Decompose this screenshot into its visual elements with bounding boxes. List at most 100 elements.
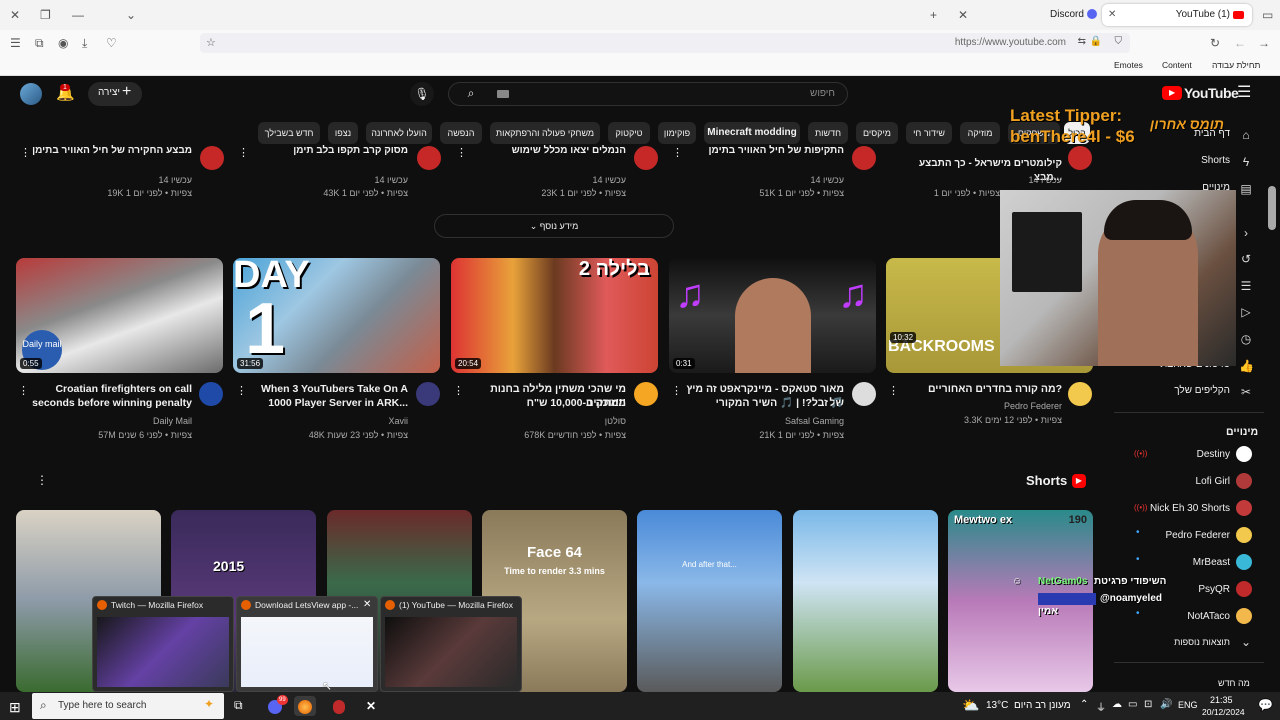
keyboard-icon[interactable] [497, 90, 509, 98]
chip-new-for-you[interactable]: חדש בשבילך [258, 122, 320, 144]
close-icon[interactable]: ✕ [10, 8, 20, 22]
channel-name[interactable]: Xavii [240, 415, 408, 427]
forward-icon[interactable]: ← [1234, 36, 1246, 50]
subscriptions-icon[interactable]: ▤ [1239, 182, 1253, 196]
tab-youtube[interactable]: ✕ YouTube (1) [1102, 4, 1252, 26]
menu-icon[interactable]: ☰ [10, 36, 21, 50]
channel-avatar[interactable] [416, 382, 440, 406]
chip-minecraft-modding[interactable]: Minecraft modding [704, 122, 800, 144]
sidebar-item-your-clips[interactable]: הקליפים שלך [1174, 385, 1230, 396]
back-icon[interactable]: → [1258, 36, 1270, 50]
bookmark-getting-started[interactable]: תחילת עבודה [1212, 60, 1260, 70]
more-options-icon[interactable]: ⋮ [36, 473, 48, 487]
scrollbar-thumb[interactable] [1268, 186, 1276, 230]
chip-recently-uploaded[interactable]: הועלו לאחרונה [366, 122, 432, 144]
youtube-logo-icon[interactable]: ▶ [1162, 86, 1182, 100]
whats-new-label[interactable]: מה חדש [1218, 678, 1250, 688]
video-thumbnail[interactable]: Daily mail 0:55 [16, 258, 223, 373]
usb-icon[interactable]: ⏚ [1096, 699, 1106, 714]
show-more-button[interactable]: ⌄ מידע נוסף [434, 214, 674, 238]
menu-icon[interactable]: ☰ [1237, 82, 1251, 102]
new-tab-icon[interactable]: + [930, 8, 937, 22]
chip-news[interactable]: חדשות [808, 122, 848, 144]
tab-discord[interactable]: Discord [1050, 4, 1098, 26]
reload-icon[interactable]: ↻ [1210, 36, 1220, 50]
more-options-icon[interactable]: ⋮ [20, 146, 31, 159]
channel-avatar[interactable] [852, 146, 876, 170]
video-title-line1[interactable]: When 3 YouTubers Take On A [240, 382, 408, 396]
more-options-icon[interactable]: ⋮ [238, 146, 249, 159]
pocket-icon[interactable]: ♡ [106, 36, 117, 50]
channel-avatar[interactable] [417, 146, 441, 170]
download-icon[interactable]: ⤓ [82, 36, 87, 50]
shield-icon[interactable]: ⛉ [1115, 36, 1123, 47]
clock-time[interactable]: 21:35 [1210, 695, 1233, 705]
reader-icon[interactable]: ⇆ [1078, 36, 1086, 47]
weather-description[interactable]: מעונן רב היום [1014, 700, 1071, 711]
more-options-icon[interactable]: ⋮ [456, 146, 467, 159]
close-tab-icon[interactable]: ✕ [958, 8, 968, 22]
video-title-line1[interactable]: מה קורה בחדרים האחוריים? [894, 382, 1062, 396]
network-icon[interactable]: ⊡ [1144, 699, 1152, 710]
video-thumbnail[interactable]: DAY 1 31:56 [233, 258, 440, 373]
your-videos-icon[interactable]: ▷ [1239, 305, 1253, 319]
minimize-icon[interactable]: — [72, 8, 84, 22]
chevron-down-icon[interactable]: ⌄ [126, 8, 136, 22]
video-title-line2[interactable]: 1000 Player Server in ARK... [240, 396, 408, 410]
channel-avatar[interactable] [634, 382, 658, 406]
address-bar[interactable]: ☆ https://www.youtube.com ⇆ 🔒 ⛉ [200, 33, 1130, 53]
channel-name[interactable]: עכשיו 14 [246, 174, 408, 186]
close-icon[interactable]: ✕ [363, 599, 371, 610]
language-indicator[interactable]: ENG [1178, 700, 1198, 710]
youtube-logo-text[interactable]: YouTube [1184, 85, 1239, 101]
like-icon[interactable]: 👍 [1239, 359, 1254, 373]
more-options-icon[interactable]: ⋮ [672, 146, 683, 159]
scissors-icon[interactable]: ✂ [1239, 385, 1253, 399]
extensions-icon[interactable]: ⧉ [35, 36, 44, 50]
home-icon[interactable]: ⌂ [1239, 128, 1253, 142]
restore-window-icon[interactable]: ❐ [40, 8, 51, 22]
chip-tiktok[interactable]: טיקטוק [608, 122, 650, 144]
video-title-line2[interactable]: זבל?! | 🎵 השיר המקורי 🎵 [676, 396, 844, 410]
video-title[interactable]: הנמלים יצאו מכלל שימוש [464, 144, 626, 158]
video-title[interactable]: מבצע החקירה של חיל האוויר בתימן [30, 144, 192, 158]
video-thumbnail[interactable]: 2 בלילה 20:54 [451, 258, 658, 373]
channel-avatar[interactable] [852, 382, 876, 406]
channel-avatar[interactable] [1068, 382, 1092, 406]
playlist-icon[interactable]: ☰ [1239, 279, 1253, 293]
channel-name[interactable]: Daily Mail [20, 415, 192, 427]
channel-name[interactable]: Safsal Gaming [676, 415, 844, 427]
chip-live[interactable]: שידור חי [906, 122, 952, 144]
capcut-app-icon[interactable]: ✕ [360, 696, 382, 716]
short-thumbnail[interactable]: And after that... [637, 510, 782, 692]
chip-animation[interactable]: הנפשה [440, 122, 482, 144]
chevron-right-icon[interactable]: › [1239, 226, 1253, 240]
close-tab-icon[interactable]: ✕ [1108, 4, 1116, 26]
channel-avatar[interactable] [634, 146, 658, 170]
chip-music[interactable]: מוזיקה [960, 122, 1000, 144]
video-title-line2[interactable]: זוכה ב-10,000 ש"ח!!! [458, 396, 626, 410]
volume-icon[interactable]: 🔊 [1160, 699, 1172, 710]
channel-name[interactable]: עכשיו 14 [464, 174, 626, 186]
video-title-line1[interactable]: Croatian firefighters on call [20, 382, 192, 396]
bookmark-content[interactable]: Content [1162, 60, 1192, 70]
channel-name[interactable]: סולטן [458, 415, 626, 427]
video-title-line2[interactable]: seconds before winning penalty [20, 396, 192, 410]
channel-avatar[interactable] [199, 382, 223, 406]
microphone-icon[interactable]: 🎙 [410, 82, 434, 106]
window-preview-letsview[interactable]: Download LetsView app -... ✕ [236, 596, 378, 692]
discord-app-icon[interactable]: 99 [264, 695, 288, 716]
firefox-app-icon[interactable] [294, 696, 316, 716]
create-button[interactable]: יצירה + [88, 82, 142, 106]
window-preview-youtube[interactable]: (1) YouTube — Mozilla Firefox [380, 596, 522, 692]
windows-start-icon[interactable]: ⊞ [9, 699, 21, 716]
avatar[interactable] [20, 83, 42, 105]
app-icon[interactable] [328, 696, 350, 716]
bookmark-emotes[interactable]: Emotes [1114, 60, 1143, 70]
search-icon[interactable]: ⌕ [457, 86, 485, 102]
channel-avatar[interactable] [1068, 146, 1092, 170]
channel-name[interactable]: עכשיו 14 [30, 174, 192, 186]
search-input[interactable]: ⌕ חיפוש [448, 82, 848, 106]
star-icon[interactable]: ☆ [206, 36, 216, 49]
watch-later-icon[interactable]: ◷ [1239, 332, 1253, 346]
